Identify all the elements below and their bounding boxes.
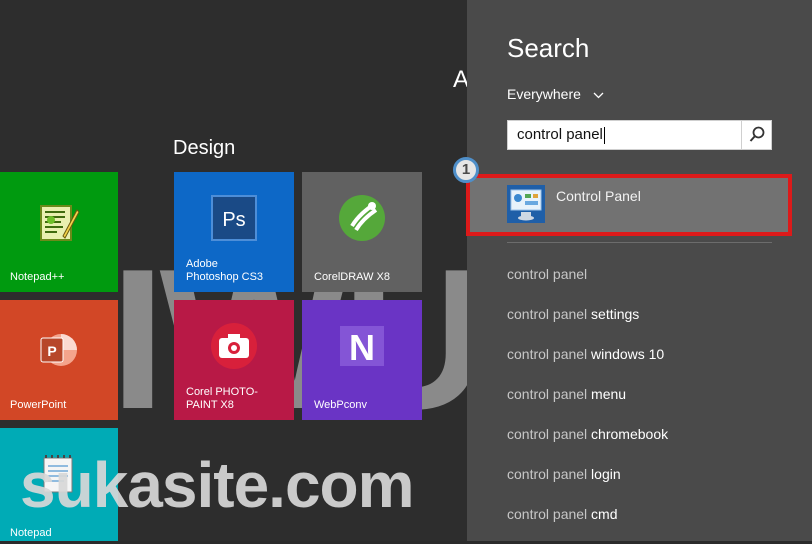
search-panel-title: Search	[507, 33, 590, 63]
search-result-label: Control Panel	[556, 188, 641, 204]
tile-webpconv[interactable]: N WebPconv	[302, 300, 422, 420]
tile-label: Corel PHOTO- PAINT X8	[186, 386, 258, 411]
tile-label: Adobe Photoshop CS3	[186, 258, 264, 283]
search-suggestion[interactable]: control panel windows 10	[507, 344, 668, 384]
photopaint-icon	[208, 320, 260, 376]
search-suggestion[interactable]: control panel cmd	[507, 504, 668, 544]
tile-label: CorelDRAW X8	[314, 271, 390, 283]
search-scope-dropdown[interactable]: Everywhere	[507, 86, 604, 102]
tile-powerpoint[interactable]: P PowerPoint	[0, 300, 118, 420]
search-scope-label: Everywhere	[507, 86, 581, 102]
powerpoint-icon: P	[35, 328, 81, 378]
tile-coreldraw[interactable]: CorelDRAW X8	[302, 172, 422, 292]
search-result-control-panel[interactable]: Control Panel	[466, 174, 792, 236]
search-input[interactable]: control panel	[507, 120, 772, 150]
tile-label: Notepad++	[10, 271, 65, 283]
control-panel-icon	[506, 184, 546, 228]
search-suggestion[interactable]: control panel	[507, 264, 668, 304]
step-number-badge: 1	[453, 157, 479, 183]
svg-text:Ps: Ps	[222, 209, 245, 231]
search-suggestion[interactable]: control panel settings	[507, 304, 668, 344]
photoshop-icon: Ps	[210, 194, 258, 246]
tile-notepadpp[interactable]: Notepad++	[0, 172, 118, 292]
search-suggestion[interactable]: control panel menu	[507, 384, 668, 424]
search-button[interactable]	[741, 121, 771, 149]
coreldraw-icon	[336, 192, 388, 248]
group-title-cut-off: A	[453, 66, 467, 93]
text-caret	[603, 126, 605, 144]
svg-text:N: N	[349, 327, 375, 368]
search-suggestions-list: control panel control panel settings con…	[507, 264, 668, 544]
search-charm-panel: Search Everywhere control panel 1 Contro…	[453, 0, 812, 544]
notepadpp-icon	[35, 200, 81, 250]
results-divider	[507, 242, 772, 243]
webpconv-icon: N	[336, 320, 388, 376]
search-input-value: control panel	[517, 126, 605, 144]
watermark-site-text: sukasite.com	[20, 449, 415, 521]
tile-label: PowerPoint	[10, 399, 67, 411]
magnifier-icon	[749, 126, 765, 147]
tile-photopaint[interactable]: Corel PHOTO- PAINT X8	[174, 300, 294, 420]
chevron-down-icon	[593, 86, 604, 102]
tile-label: Notepad	[10, 527, 52, 539]
tile-label: WebPconv	[314, 399, 367, 411]
search-suggestion[interactable]: control panel login	[507, 464, 668, 504]
svg-text:P: P	[47, 343, 56, 359]
group-title-design: Design	[173, 137, 236, 159]
tile-photoshop[interactable]: Ps Adobe Photoshop CS3	[174, 172, 294, 292]
search-suggestion[interactable]: control panel chromebook	[507, 424, 668, 464]
